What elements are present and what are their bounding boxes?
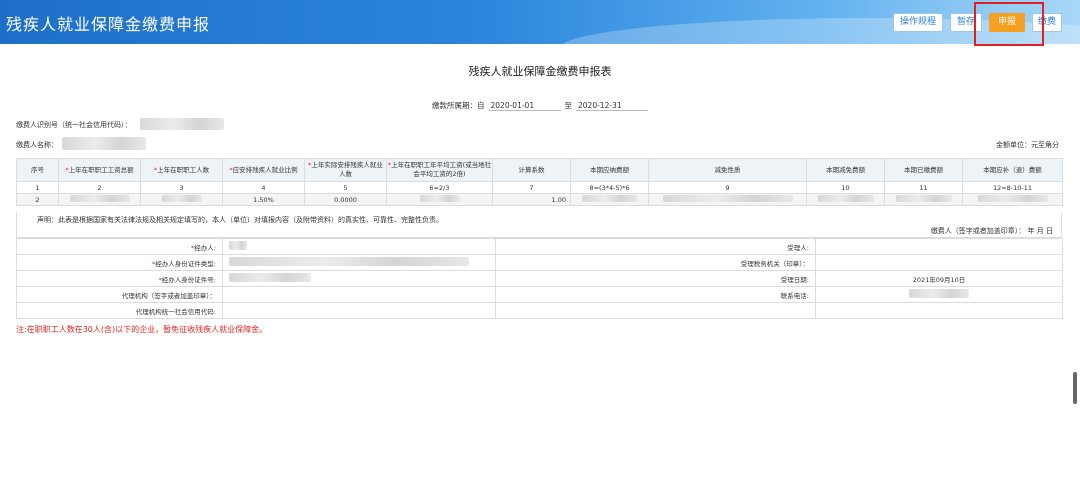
accept-person-label-cell: 受理人:	[495, 238, 816, 255]
handler-row: 代理机构（签字或者加盖印章）： 联系电话:	[16, 286, 1063, 303]
period-from-input[interactable]: 2020-01-01	[488, 101, 561, 111]
phone-value-cell[interactable]	[815, 286, 1063, 303]
due-value	[581, 195, 638, 202]
accept-org-value-cell	[815, 254, 1063, 271]
taxpayer-name-label: 缴费人名称：	[16, 141, 58, 149]
exemption-note: 注:在职职工人数在30人(含)以下的企业，暂免征收残疾人就业保障金。	[16, 325, 268, 334]
declaration-text: 声明：此表是根据国家有关法律法规及相关规定填写的，本人（单位）对填报内容（及附带…	[37, 216, 443, 224]
agent-label-cell: *经办人:	[16, 238, 223, 255]
agency-code-value-cell[interactable]	[222, 302, 496, 319]
declaration-box: 声明：此表是根据国家有关法律法规及相关规定填写的，本人（单位）对填报内容（及附带…	[16, 212, 1062, 238]
index-cell: 8=(3*4-5)*6	[570, 181, 649, 194]
phone-label-cell: 联系电话:	[495, 286, 816, 303]
agent-id-no-label-cell: *经办人身份证件号:	[16, 270, 223, 287]
taxpayer-name-value	[62, 137, 146, 150]
index-cell: 3	[140, 181, 223, 194]
index-cell: 2	[58, 181, 141, 194]
data-row: 2 1.50% 0.0000 1.00	[16, 193, 1063, 206]
header-cell: *上年在职职工人数	[140, 158, 223, 182]
header-cell: 本期应纳费额	[570, 158, 649, 182]
taxpayer-id-label: 缴费人识别号（统一社会信用代码）：	[16, 121, 132, 129]
phone-value	[909, 289, 969, 298]
unit-label: 金额单位：元至角分	[996, 141, 1059, 149]
agent-id-no-value	[229, 273, 311, 282]
header-cell: 序号	[16, 158, 59, 182]
declaration-table: 序号 *上年在职职工工资总额 *上年在职职工人数 *应安排残疾人就业比例 *上年…	[16, 158, 1063, 206]
relief-type-value	[662, 195, 793, 202]
index-cell: 10	[806, 181, 885, 194]
accept-org-label-cell: 受理税务机关（印章）：	[495, 254, 816, 271]
avg-wage-cell	[386, 193, 493, 206]
operation-guide-button[interactable]: 操作规程	[893, 13, 943, 32]
staff-count-value	[161, 195, 202, 202]
index-cell: 4	[222, 181, 305, 194]
due-cell	[570, 193, 649, 206]
index-cell: 12=8-10-11	[962, 181, 1063, 194]
handler-row: *经办人身份证件类型: 受理税务机关（印章）：	[16, 254, 1063, 271]
index-cell: 7	[492, 181, 571, 194]
agent-value-cell[interactable]	[222, 238, 496, 255]
agent-value	[229, 241, 247, 250]
agency-code-label-cell: 代理机构统一社会信用代码:	[16, 302, 223, 319]
relief-amount-cell	[806, 193, 885, 206]
header-cell: *应安排残疾人就业比例	[222, 158, 305, 182]
handler-row: 代理机构统一社会信用代码:	[16, 302, 1063, 319]
balance-cell	[962, 193, 1063, 206]
index-row: 1 2 3 4 5 6=2/3 7 8=(3*4-5)*6 9 10 11 12…	[16, 181, 1063, 194]
index-cell: 1	[16, 181, 59, 194]
paid-cell	[884, 193, 963, 206]
index-cell: 11	[884, 181, 963, 194]
actual-count-cell[interactable]: 0.0000	[304, 193, 387, 206]
period-label: 缴款所属期：自	[432, 101, 485, 110]
handler-row: *经办人: 受理人:	[16, 238, 1063, 255]
wage-total-value	[69, 195, 130, 202]
wage-total-cell[interactable]	[58, 193, 141, 206]
table-header-row: 序号 *上年在职职工工资总额 *上年在职职工人数 *应安排残疾人就业比例 *上年…	[16, 158, 1063, 182]
handler-table: *经办人: 受理人: *经办人身份证件类型: 受理税务机关（印章）： *经办人身…	[16, 238, 1063, 319]
handler-row: *经办人身份证件号: 受理日期: 2021年09月10日	[16, 270, 1063, 287]
empty-cell	[815, 302, 1063, 319]
declaration-sign: 缴费人（签字或者加盖印章）： 年 月 日	[930, 227, 1053, 235]
header-cell: 减免性质	[648, 158, 807, 182]
form-title: 残疾人就业保障金缴费申报表	[468, 65, 612, 78]
empty-cell	[495, 302, 816, 319]
agent-id-type-value	[229, 257, 469, 266]
period-to-input[interactable]: 2020-12-31	[576, 101, 648, 111]
vertical-scrollbar[interactable]	[1073, 372, 1077, 404]
ratio-cell: 1.50%	[222, 193, 305, 206]
agent-id-type-label-cell: *经办人身份证件类型:	[16, 254, 223, 271]
header-cell: 本期应补（退）费额	[962, 158, 1063, 182]
relief-type-cell[interactable]	[648, 193, 807, 206]
accept-date-cell: 2021年09月10日	[815, 270, 1063, 287]
accept-person-value-cell	[815, 238, 1063, 255]
header-cell: *上年在职职工年平均工资(或当地社会平均工资的2倍)	[386, 158, 493, 182]
taxpayer-id-value	[140, 118, 224, 130]
agency-label-cell: 代理机构（签字或者加盖印章）：	[16, 286, 223, 303]
header-cell: *上年实际安排残疾人就业人数	[304, 158, 387, 182]
relief-amount-value	[817, 195, 874, 202]
header-cell: 本期减免费额	[806, 158, 885, 182]
period-row: 缴款所属期：自 2020-01-01 至 2020-12-31	[432, 100, 648, 111]
index-cell: 5	[304, 181, 387, 194]
coef-cell: 1.00	[492, 193, 571, 206]
seq-cell: 2	[16, 193, 59, 206]
balance-value	[977, 195, 1048, 202]
paid-value	[895, 195, 952, 202]
header-cell: *上年在职职工工资总额	[58, 158, 141, 182]
accept-date-label-cell: 受理日期:	[495, 270, 816, 287]
header-cell: 本期已缴费额	[884, 158, 963, 182]
avg-wage-value	[419, 195, 460, 202]
agent-id-type-select[interactable]	[222, 254, 496, 271]
declare-button-highlight	[974, 2, 1044, 46]
agent-id-no-input[interactable]	[222, 270, 496, 287]
app-title: 残疾人就业保障金缴费申报	[6, 15, 211, 34]
period-to-label: 至	[564, 101, 573, 110]
header-cell: 计算系数	[492, 158, 571, 182]
staff-count-cell[interactable]	[140, 193, 223, 206]
index-cell: 6=2/3	[386, 181, 493, 194]
index-cell: 9	[648, 181, 807, 194]
agency-value-cell[interactable]	[222, 286, 496, 303]
